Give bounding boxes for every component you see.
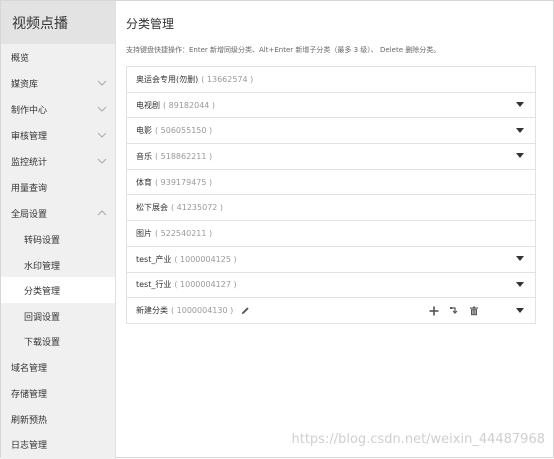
sidebar-item-label: 域名管理 (11, 363, 48, 374)
caret-down-icon[interactable] (516, 127, 524, 133)
category-row[interactable]: 音乐 ( 518862211 ) (127, 144, 535, 170)
sidebar-item-monitoring[interactable]: 监控统计 (1, 148, 115, 174)
chevron-down-icon (97, 104, 107, 114)
category-id: ( 939179475 ) (155, 177, 213, 187)
sidebar-item-overview[interactable]: 概览 (1, 44, 115, 70)
sidebar-item-label: 概览 (11, 53, 30, 64)
category-name: test_产业 (136, 254, 172, 264)
category-name: 电影 (136, 126, 152, 136)
sidebar-item-label: 刷新预热 (11, 415, 48, 426)
category-id: ( 41235072 ) (171, 203, 224, 213)
category-row[interactable]: 电视剧 ( 89182044 ) (127, 93, 535, 119)
category-id: ( 506055150 ) (155, 126, 213, 136)
category-row[interactable]: 体育 ( 939179475 ) (127, 170, 535, 196)
sidebar-item-label: 审核管理 (11, 131, 48, 142)
sidebar-item-review[interactable]: 审核管理 (1, 122, 115, 148)
sidebar-item-label: 监控统计 (11, 157, 48, 168)
add-icon[interactable] (429, 306, 439, 316)
sidebar-item-label: 存储管理 (11, 389, 48, 400)
sidebar-item-usage[interactable]: 用量查询 (1, 174, 115, 200)
chevron-down-icon (97, 130, 107, 140)
sidebar-item-label: 分类管理 (24, 286, 61, 297)
category-id: ( 13662574 ) (201, 74, 254, 84)
sidebar-item-domain[interactable]: 域名管理 (1, 354, 115, 380)
caret-down-icon[interactable] (516, 153, 524, 159)
category-name: 新建分类 (136, 306, 168, 316)
category-name: test_行业 (136, 280, 172, 290)
sidebar-item-label: 日志管理 (11, 440, 48, 451)
sidebar-item-label: 制作中心 (11, 105, 48, 116)
add-subcategory-icon[interactable] (449, 306, 459, 316)
category-id: ( 89182044 ) (163, 100, 216, 110)
category-row[interactable]: 图片 ( 522540211 ) (127, 221, 535, 247)
sidebar-item-label: 水印管理 (24, 261, 61, 272)
category-id: ( 522540211 ) (155, 228, 213, 238)
category-name: 电视剧 (136, 100, 160, 110)
category-name: 图片 (136, 228, 152, 238)
sidebar-item-category[interactable]: 分类管理 (1, 277, 115, 303)
sidebar-item-media-library[interactable]: 媒资库 (1, 70, 115, 96)
trash-icon[interactable] (469, 306, 479, 316)
shortcut-hint: 支持键盘快捷操作：Enter 新增同级分类、Alt+Enter 新增子分类（最多… (126, 46, 441, 54)
category-row[interactable]: 松下展会 ( 41235072 ) (127, 195, 535, 222)
chevron-down-icon (97, 156, 107, 166)
row-actions (429, 306, 479, 316)
sidebar-item-download[interactable]: 下载设置 (1, 328, 115, 354)
sidebar-item-label: 下载设置 (24, 337, 61, 348)
sidebar-item-label: 用量查询 (11, 183, 48, 194)
sidebar-item-label: 转码设置 (24, 235, 61, 246)
sidebar-item-label: 媒资库 (11, 79, 39, 90)
category-id: ( 1000004125 ) (174, 254, 237, 264)
sidebar-item-watermark[interactable]: 水印管理 (1, 252, 115, 278)
sidebar-item-transcode[interactable]: 转码设置 (1, 226, 115, 252)
category-id: ( 518862211 ) (155, 151, 213, 161)
sidebar-item-production[interactable]: 制作中心 (1, 96, 115, 122)
category-list: 奥运会专用(勿删) ( 13662574 ) 电视剧 ( 89182044 ) … (126, 66, 536, 324)
sidebar-item-storage[interactable]: 存储管理 (1, 380, 115, 406)
watermark: https://blog.csdn.net/weixin_44487968 (291, 432, 545, 447)
category-row[interactable]: test_行业 ( 1000004127 ) (127, 273, 535, 299)
category-name: 音乐 (136, 151, 152, 161)
chevron-down-icon (97, 78, 107, 88)
sidebar-item-global-settings[interactable]: 全局设置 (1, 200, 115, 226)
category-id: ( 1000004127 ) (174, 280, 237, 290)
sidebar-item-label: 回调设置 (24, 312, 61, 323)
page-title: 分类管理 (126, 17, 175, 31)
sidebar-item-callback[interactable]: 回调设置 (1, 303, 115, 329)
sidebar-item-refresh[interactable]: 刷新预热 (1, 406, 115, 432)
caret-down-icon[interactable] (516, 256, 524, 262)
category-id: ( 1000004130 ) (171, 306, 234, 316)
category-row-editing[interactable]: 新建分类 ( 1000004130 ) (127, 298, 535, 324)
caret-down-icon[interactable] (516, 281, 524, 287)
category-name: 体育 (136, 177, 152, 187)
caret-down-icon[interactable] (516, 102, 524, 108)
main-content: 分类管理 支持键盘快捷操作：Enter 新增同级分类、Alt+Enter 新增子… (116, 1, 553, 457)
pencil-icon[interactable] (241, 306, 250, 315)
chevron-up-icon (97, 208, 107, 218)
category-row[interactable]: 奥运会专用(勿删) ( 13662574 ) (127, 67, 535, 93)
sidebar: 视频点播 概览 媒资库 制作中心 审核管理 监控统计 用量查询 全局设置 转码设… (1, 1, 116, 459)
caret-down-icon[interactable] (516, 307, 524, 313)
category-row[interactable]: 电影 ( 506055150 ) (127, 118, 535, 145)
category-name: 松下展会 (136, 203, 168, 213)
app-title: 视频点播 (1, 1, 115, 44)
category-name: 奥运会专用(勿删) (136, 74, 199, 84)
sidebar-item-label: 全局设置 (11, 209, 48, 220)
category-row[interactable]: test_产业 ( 1000004125 ) (127, 247, 535, 273)
sidebar-item-logs[interactable]: 日志管理 (1, 431, 115, 457)
